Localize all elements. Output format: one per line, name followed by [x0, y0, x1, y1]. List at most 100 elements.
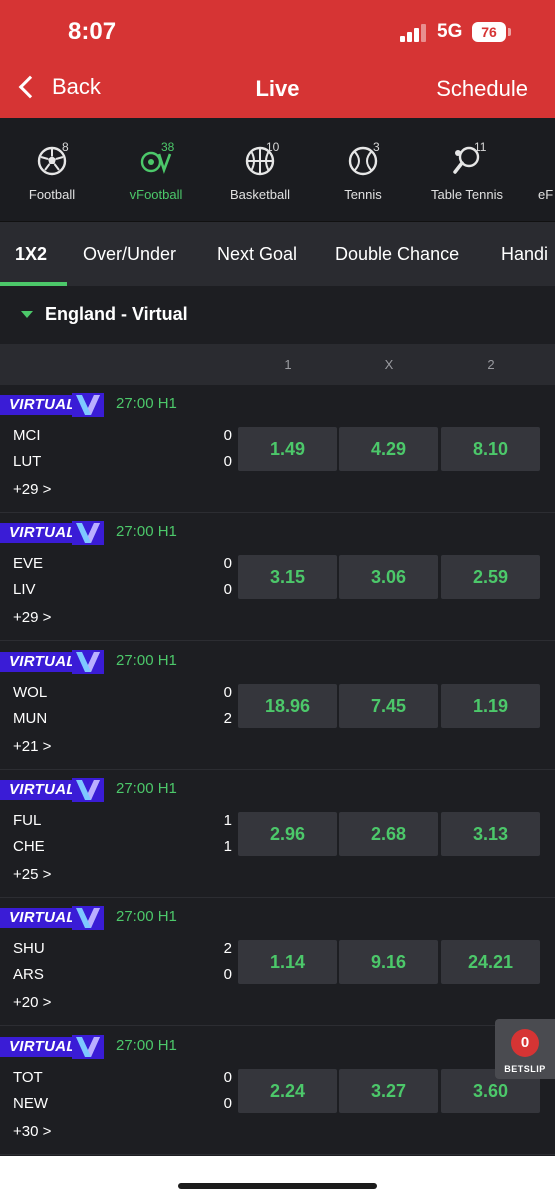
home-score: 1 — [223, 811, 232, 829]
tab-next-goal[interactable]: Next Goal — [217, 222, 297, 286]
back-button[interactable]: Back — [14, 74, 101, 100]
sport-count: 3 — [373, 140, 380, 154]
odd-home-button[interactable]: 18.96 — [238, 683, 337, 728]
odd-away-button[interactable]: 1.19 — [441, 683, 540, 728]
sport-basketball[interactable]: 10 Basketball — [222, 118, 298, 221]
home-score: 0 — [223, 683, 232, 701]
virtual-v-logo-icon — [72, 906, 104, 931]
virtual-badge: VIRTUAL — [0, 906, 104, 931]
chevron-left-icon — [18, 75, 42, 99]
match-time: 27:00 H1 — [116, 523, 177, 541]
column-2: 2 — [487, 357, 495, 372]
more-markets-link[interactable]: +21 > — [13, 738, 51, 755]
sport-count: 11 — [474, 140, 487, 154]
virtual-badge: VIRTUAL — [0, 777, 104, 802]
more-markets-link[interactable]: +20 > — [13, 994, 51, 1011]
more-markets-link[interactable]: +29 > — [13, 609, 51, 626]
odds-column-header: 1 X 2 — [0, 344, 555, 385]
away-score: 1 — [223, 837, 232, 855]
tab-handicap[interactable]: Handi — [501, 222, 548, 286]
column-x: X — [384, 357, 394, 372]
status-time: 8:07 — [68, 18, 117, 45]
home-score: 0 — [223, 427, 232, 444]
away-score: 0 — [223, 966, 232, 984]
more-markets-link[interactable]: +30 > — [13, 1123, 51, 1140]
signal-icon — [400, 24, 428, 42]
sport-count: 8 — [62, 140, 69, 154]
odd-home-button[interactable]: 1.49 — [238, 427, 337, 471]
sport-label: vFootball — [129, 187, 183, 202]
sport-count: 10 — [266, 140, 280, 154]
odd-home-button[interactable]: 3.15 — [238, 555, 337, 600]
away-score: 2 — [223, 709, 232, 727]
sport-count: 38 — [161, 140, 175, 154]
virtual-badge-text: VIRTUAL — [0, 395, 78, 415]
sport-table-tennis[interactable]: 11 Table Tennis — [422, 118, 512, 221]
match-row: VIRTUAL 27:00 H1 FUL CHE 1 1 +25 > 2.96 2.68 3.13 — [0, 770, 555, 898]
sport-label: eF — [538, 187, 554, 202]
odd-away-button[interactable]: 24.21 — [441, 940, 540, 985]
tab-1x2[interactable]: 1X2 — [15, 222, 47, 286]
away-team: MUN — [13, 709, 48, 727]
match-row: VIRTUAL 27:00 H1 WOL MUN 0 2 +21 > 18.96 7.45 1.1… — [0, 642, 555, 770]
odd-draw-button[interactable]: 9.16 — [339, 940, 438, 985]
more-markets-link[interactable]: +25 > — [13, 866, 51, 883]
odd-draw-button[interactable]: 2.68 — [339, 811, 438, 856]
virtual-badge-text: VIRTUAL — [0, 908, 78, 929]
away-team: LIV — [13, 581, 36, 599]
odd-away-button[interactable]: 8.10 — [441, 427, 540, 471]
home-indicator[interactable] — [178, 1183, 377, 1189]
match-time: 27:00 H1 — [116, 779, 177, 797]
virtual-badge: VIRTUAL — [0, 521, 104, 546]
home-bar-area — [0, 1156, 555, 1200]
match-time: 27:00 H1 — [116, 1036, 177, 1054]
odd-away-button[interactable]: 2.59 — [441, 555, 540, 600]
battery-icon: 76 — [472, 22, 511, 42]
away-score: 0 — [223, 1094, 232, 1112]
market-tabs: 1X2 Over/Under Next Goal Double Chance H… — [0, 222, 555, 286]
match-time: 27:00 H1 — [116, 651, 177, 669]
odd-home-button[interactable]: 2.96 — [238, 811, 337, 856]
app-header: 8:07 5G 76 Back Live Schedule — [0, 0, 555, 118]
virtual-v-logo-icon — [72, 777, 104, 802]
virtual-badge-text: VIRTUAL — [0, 1036, 78, 1057]
virtual-v-logo-icon — [72, 521, 104, 546]
league-name: England - Virtual — [45, 304, 188, 324]
virtual-badge: VIRTUAL — [0, 1034, 104, 1059]
match-time: 27:00 H1 — [116, 395, 177, 412]
home-score: 0 — [223, 1068, 232, 1086]
away-team: CHE — [13, 837, 45, 855]
virtual-v-logo-icon — [72, 393, 104, 417]
sport-label: Football — [28, 187, 76, 202]
home-team: EVE — [13, 555, 44, 573]
odd-draw-button[interactable]: 3.06 — [339, 555, 438, 600]
schedule-button[interactable]: Schedule — [436, 76, 528, 102]
sport-vfootball[interactable]: 38 vFootball — [118, 118, 194, 221]
away-score: 0 — [223, 453, 232, 470]
odd-draw-button[interactable]: 4.29 — [339, 427, 438, 471]
odd-home-button[interactable]: 1.14 — [238, 940, 337, 985]
odd-draw-button[interactable]: 7.45 — [339, 683, 438, 728]
betslip-button[interactable]: 0 BETSLIP — [495, 1019, 555, 1079]
caret-down-icon — [21, 311, 33, 318]
home-score: 2 — [223, 940, 232, 958]
sport-label: Basketball — [230, 187, 290, 202]
home-team: MCI — [13, 427, 41, 444]
tab-over-under[interactable]: Over/Under — [83, 222, 176, 286]
sport-tennis[interactable]: 3 Tennis — [325, 118, 401, 221]
virtual-v-logo-icon — [72, 1034, 104, 1059]
sport-football[interactable]: 8 Football — [14, 118, 90, 221]
match-row: VIRTUAL 27:00 H1 MCI LUT 0 0 +29 > 1.49 4.29 8.10 — [0, 385, 555, 513]
away-score: 0 — [223, 581, 232, 599]
away-team: NEW — [13, 1094, 48, 1112]
league-header[interactable]: England - Virtual — [0, 286, 555, 344]
home-team: FUL — [13, 811, 42, 829]
more-markets-link[interactable]: +29 > — [13, 481, 51, 498]
odd-draw-button[interactable]: 3.27 — [339, 1068, 438, 1113]
tab-double-chance[interactable]: Double Chance — [335, 222, 459, 286]
virtual-badge-text: VIRTUAL — [0, 779, 78, 800]
odd-home-button[interactable]: 2.24 — [238, 1068, 337, 1113]
odd-away-button[interactable]: 3.13 — [441, 811, 540, 856]
sport-efootball[interactable]: eF — [538, 118, 555, 221]
match-row: VIRTUAL 27:00 H1 EVE LIV 0 0 +29 > 3.15 3.06 2.59 — [0, 513, 555, 642]
